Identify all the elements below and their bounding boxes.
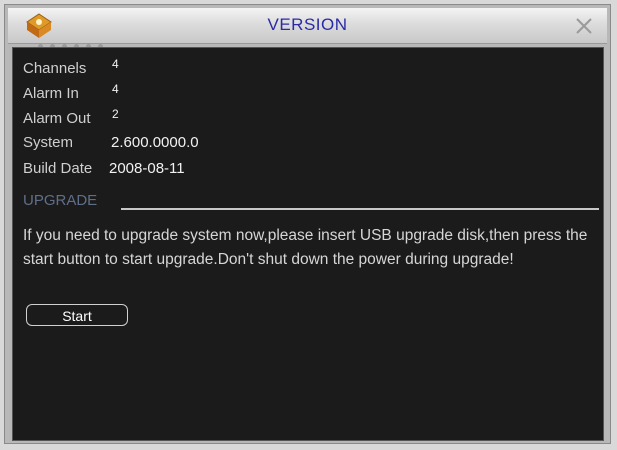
title-bar: VERSION bbox=[8, 8, 607, 49]
version-panel: Channels 4 Alarm In 4 Alarm Out 2 System… bbox=[12, 47, 604, 441]
upgrade-divider bbox=[121, 208, 599, 210]
info-label: Build Date bbox=[23, 160, 93, 177]
info-row-alarm-out: Alarm Out 2 bbox=[23, 107, 119, 132]
info-row-system: System 2.600.0000.0 bbox=[23, 134, 199, 156]
info-row-build-date: Build Date 2008-08-11 bbox=[23, 160, 185, 182]
info-value: 2 bbox=[112, 107, 119, 121]
close-icon[interactable] bbox=[571, 14, 597, 38]
info-label: Alarm Out bbox=[23, 110, 91, 127]
info-row-channels: Channels 4 bbox=[23, 57, 119, 82]
info-value: 4 bbox=[112, 82, 119, 96]
start-button[interactable]: Start bbox=[26, 304, 128, 326]
info-label: System bbox=[23, 134, 74, 151]
info-value: 2.600.0000.0 bbox=[111, 134, 199, 151]
info-label: Alarm In bbox=[23, 85, 79, 102]
info-row-alarm-in: Alarm In 4 bbox=[23, 82, 119, 107]
upgrade-message: If you need to upgrade system now,please… bbox=[23, 227, 588, 268]
upgrade-heading: UPGRADE bbox=[23, 192, 98, 209]
info-label: Channels bbox=[23, 60, 87, 77]
info-value: 4 bbox=[112, 57, 119, 71]
window-title: VERSION bbox=[267, 15, 348, 34]
title-decoration-dots bbox=[38, 36, 158, 49]
info-value: 2008-08-11 bbox=[109, 160, 185, 177]
version-window: VERSION Channels 4 Alarm In 4 Alarm Out … bbox=[4, 4, 611, 444]
